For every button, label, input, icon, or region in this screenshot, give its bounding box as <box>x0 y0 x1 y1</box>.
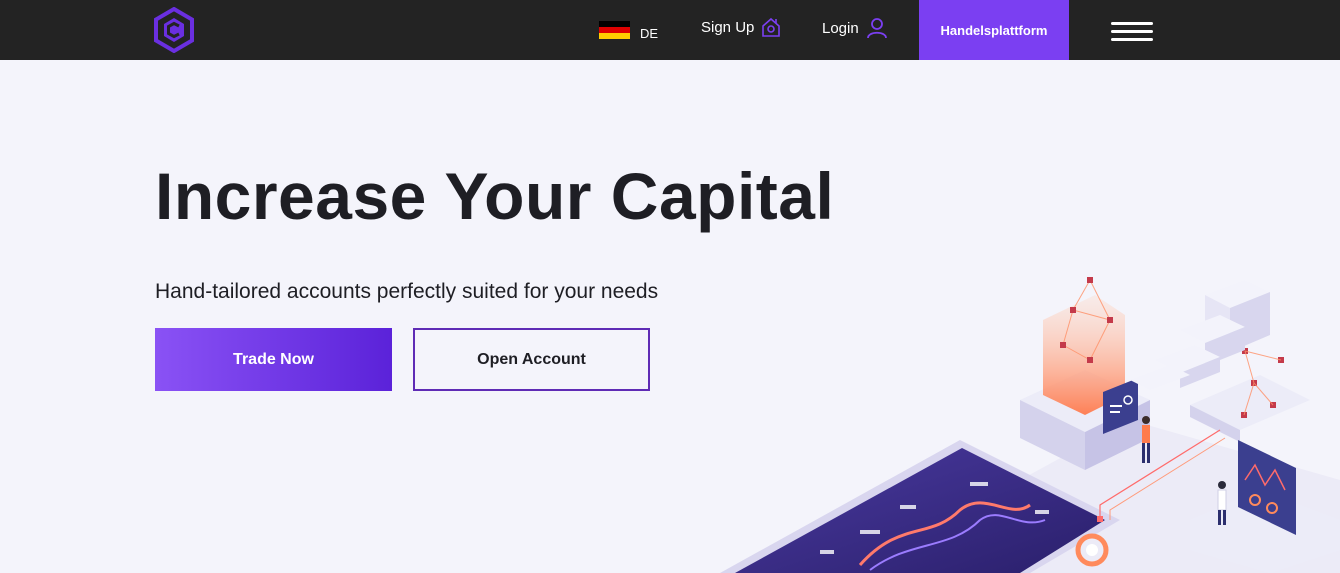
open-account-button[interactable]: Open Account <box>413 328 650 391</box>
trade-now-button[interactable]: Trade Now <box>155 328 392 391</box>
login-link[interactable]: Login <box>822 16 889 40</box>
menu-icon[interactable] <box>1111 22 1153 42</box>
isometric-trading-illustration <box>720 277 1340 573</box>
top-navigation-bar: DE Sign Up Login Handelsplattform <box>0 0 1340 60</box>
hero-subtitle: Hand-tailored accounts perfectly suited … <box>155 280 659 303</box>
logo-icon[interactable] <box>153 7 195 53</box>
trading-platform-button[interactable]: Handelsplattform <box>919 0 1069 60</box>
signup-link[interactable]: Sign Up <box>701 16 782 38</box>
signup-label: Sign Up <box>701 18 755 36</box>
language-code: DE <box>640 26 659 41</box>
home-icon <box>762 17 781 37</box>
user-icon <box>866 18 887 39</box>
language-selector[interactable]: DE <box>599 17 658 43</box>
german-flag-icon <box>599 20 630 40</box>
login-label: Login <box>822 19 859 37</box>
